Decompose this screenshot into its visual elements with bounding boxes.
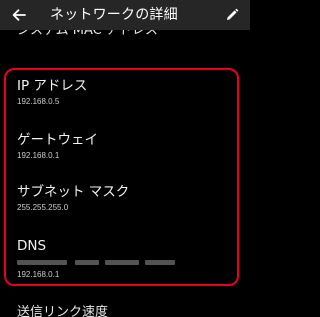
edit-button[interactable] bbox=[224, 7, 240, 23]
back-button[interactable] bbox=[9, 5, 29, 25]
pencil-icon bbox=[227, 8, 239, 20]
app-bar: ネットワークの詳細 bbox=[0, 0, 250, 30]
arrow-left-icon bbox=[12, 9, 26, 21]
transmit-link-speed-label: 送信リンク速度 bbox=[17, 305, 109, 317]
page-title: ネットワークの詳細 bbox=[50, 7, 178, 23]
highlight-box bbox=[4, 68, 239, 286]
